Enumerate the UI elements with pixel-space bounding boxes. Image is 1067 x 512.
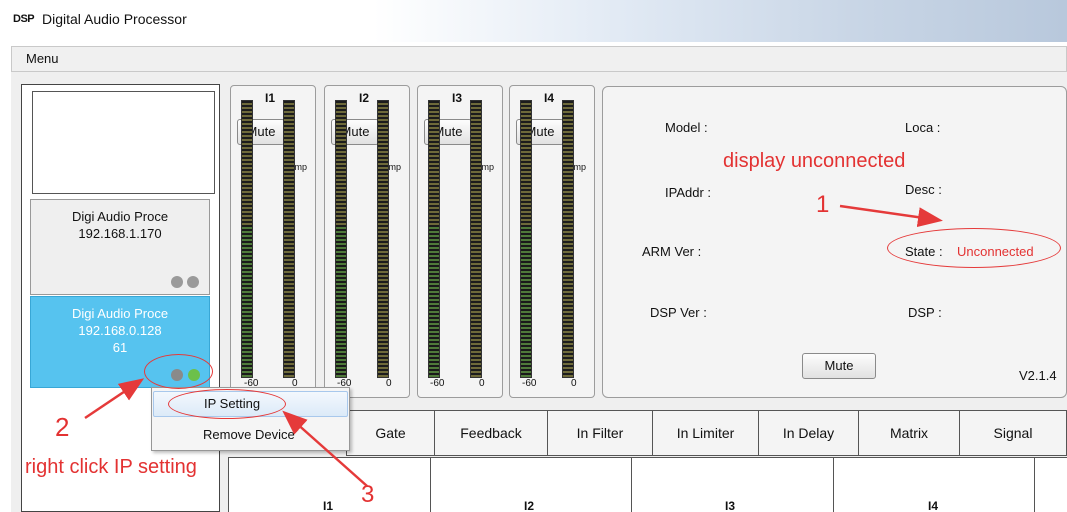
arrow-1 (839, 204, 943, 228)
arrow-2 (84, 378, 145, 420)
arrow-3 (282, 410, 368, 487)
annotation-arrows (84, 204, 943, 487)
